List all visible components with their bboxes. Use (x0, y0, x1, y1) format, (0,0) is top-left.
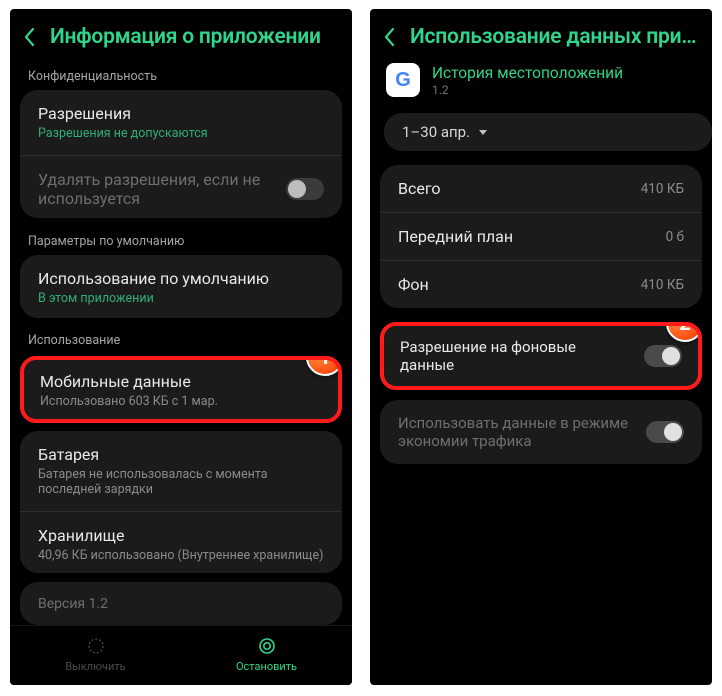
row-foreground: Передний план 0 б (380, 212, 702, 260)
row-permissions[interactable]: Разрешения Разрешения не допускаются (20, 90, 342, 155)
row-remove-unused[interactable]: Удалять разрешения, если не используется (20, 155, 342, 218)
row-storage[interactable]: Хранилище 40,96 КБ использовано (Внутрен… (20, 511, 342, 573)
card-bg-permission[interactable]: 2 Разрешение на фоновые данные (380, 322, 702, 390)
chevron-down-icon (478, 123, 488, 141)
toggle-data-saver[interactable] (646, 421, 684, 443)
disable-button: Выключить (10, 626, 181, 685)
bottom-bar: Выключить Остановить (10, 625, 352, 685)
card-mobile-data[interactable]: 1 Мобильные данные Использовано 603 КБ с… (20, 356, 342, 423)
row-title: Батарея (38, 445, 324, 464)
row-version: Версия 1.2 (20, 582, 342, 625)
row-data-saver[interactable]: Использовать данные в режиме экономии тр… (380, 400, 702, 464)
row-title: Хранилище (38, 526, 324, 545)
row-title: Разрешение на фоновые данные (400, 338, 630, 374)
row-sub: 40,96 КБ использовано (Внутреннее хранил… (38, 548, 324, 563)
toggle-bg-data[interactable] (644, 345, 682, 367)
card-usage-rest: Батарея Батарея не использовалась с моме… (20, 431, 342, 573)
stop-icon (257, 636, 277, 656)
card-stats: Всего 410 КБ Передний план 0 б Фон 410 К… (380, 165, 702, 308)
row-title: Разрешения (38, 104, 324, 123)
card-privacy: Разрешения Разрешения не допускаются Уда… (20, 90, 342, 218)
period-selector[interactable]: 1–30 апр. (384, 113, 712, 151)
row-default-use[interactable]: Использование по умолчанию В этом прилож… (20, 255, 342, 318)
header: Использование данных прил... (370, 9, 712, 63)
app-name: История местоположений (432, 64, 623, 82)
row-total: Всего 410 КБ (380, 165, 702, 212)
stat-label: Передний план (398, 227, 513, 246)
row-title: Мобильные данные (40, 372, 322, 391)
row-background: Фон 410 КБ (380, 260, 702, 308)
row-sub: Батарея не использовалась с момента посл… (38, 467, 324, 497)
row-title: Удалять разрешения, если не используется (38, 170, 272, 208)
row-battery[interactable]: Батарея Батарея не использовалась с моме… (20, 431, 342, 511)
version-text: Версия 1.2 (38, 596, 324, 612)
header: Информация о приложении (10, 9, 352, 63)
row-sub: Использовано 603 КБ с 1 мар. (40, 394, 322, 409)
stop-button[interactable]: Остановить (181, 626, 352, 685)
card-data-saver: Использовать данные в режиме экономии тр… (380, 400, 702, 464)
row-title: Использование по умолчанию (38, 269, 324, 288)
toggle-remove-unused[interactable] (286, 178, 324, 200)
screen-data-usage: Использование данных прил... G История м… (370, 9, 712, 685)
period-label: 1–30 апр. (402, 123, 470, 141)
bottom-label: Выключить (65, 660, 125, 673)
disable-icon (86, 636, 106, 656)
app-header: G История местоположений 1.2 (370, 63, 712, 103)
page-title: Использование данных прил... (410, 25, 698, 49)
app-version: 1.2 (432, 83, 623, 97)
section-usage: Использование (10, 327, 352, 354)
app-icon: G (386, 63, 420, 97)
stat-value: 0 б (666, 229, 684, 245)
back-icon[interactable] (22, 26, 38, 48)
card-version: Версия 1.2 (20, 582, 342, 625)
stat-label: Всего (398, 179, 441, 198)
section-privacy: Конфиденциальность (10, 63, 352, 90)
stat-label: Фон (398, 275, 429, 294)
row-sub: Разрешения не допускаются (38, 126, 324, 141)
card-defaults: Использование по умолчанию В этом прилож… (20, 255, 342, 318)
bottom-label: Остановить (236, 660, 297, 673)
row-title: Использовать данные в режиме экономии тр… (398, 414, 632, 450)
back-icon[interactable] (382, 26, 398, 48)
stat-value: 410 КБ (641, 277, 684, 293)
row-sub: В этом приложении (38, 291, 324, 306)
stat-value: 410 КБ (641, 181, 684, 197)
screen-app-info: Информация о приложении Конфиденциальнос… (10, 9, 352, 685)
page-title: Информация о приложении (50, 25, 321, 49)
section-defaults: Параметры по умолчанию (10, 228, 352, 255)
